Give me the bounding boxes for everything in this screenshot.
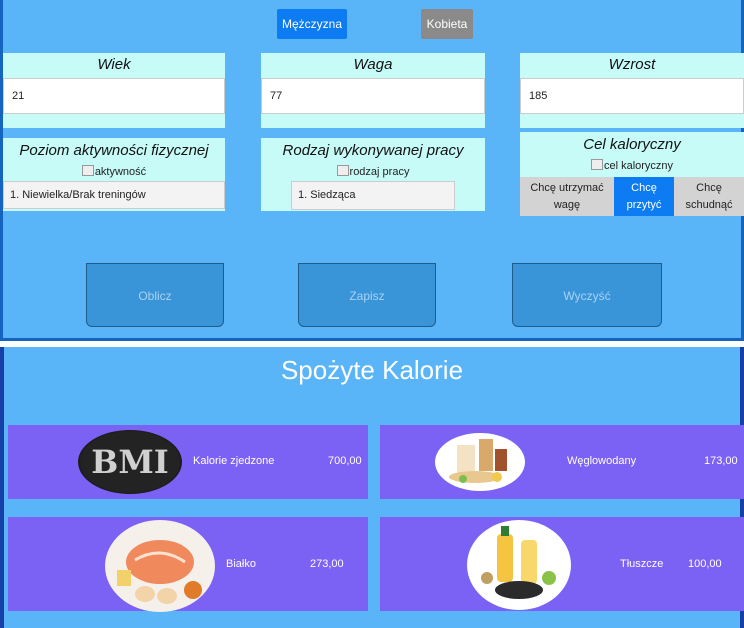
bmi-logo-text: BMI xyxy=(91,443,168,481)
fat-food-icon xyxy=(481,526,556,599)
weight-panel: Waga 77 xyxy=(261,53,485,128)
work-image: rodzaj pracy xyxy=(261,165,485,178)
activity-image-alt: aktywność xyxy=(94,166,147,178)
work-select[interactable]: 1. Siedząca xyxy=(291,181,455,210)
bmi-image: BMI xyxy=(78,430,182,494)
male-button[interactable]: Mężczyzna xyxy=(277,9,347,39)
save-button[interactable]: Zapisz xyxy=(298,263,436,327)
activity-image: aktywność xyxy=(3,165,225,178)
fat-value: 100,00 xyxy=(688,558,722,570)
age-input[interactable]: 21 xyxy=(3,78,225,114)
carbs-image xyxy=(435,433,525,491)
calories-card: BMI Kalorie zjedzone 700,00 xyxy=(8,425,368,499)
results-title: Spożyte Kalorie xyxy=(280,355,464,385)
height-panel: Wzrost 185 xyxy=(520,53,744,128)
fat-label: Tłuszcze xyxy=(620,558,664,570)
age-label: Wiek xyxy=(97,56,131,73)
activity-panel: Poziom aktywności fizycznej aktywność 1.… xyxy=(3,138,225,211)
goal-maintain-button[interactable]: Chcę utrzymać wagę xyxy=(520,177,614,216)
age-panel: Wiek 21 xyxy=(3,53,225,128)
weight-label: Waga xyxy=(353,56,393,73)
height-label: Wzrost xyxy=(608,56,656,73)
goal-lose-button[interactable]: Chcę schudnąć xyxy=(674,177,744,216)
carbs-food-icon xyxy=(449,439,507,483)
female-button[interactable]: Kobieta xyxy=(421,9,473,39)
broken-image-icon xyxy=(590,159,603,170)
carbs-card: Węglowodany 173,00 xyxy=(380,425,744,499)
protein-label: Białko xyxy=(226,558,256,570)
weight-input[interactable]: 77 xyxy=(261,78,485,114)
activity-select[interactable]: 1. Niewielka/Brak treningów xyxy=(3,181,225,209)
carbs-label: Węglowodany xyxy=(567,455,637,467)
clear-button[interactable]: Wyczyść xyxy=(512,263,662,327)
bmi-chalk-icon: BMI xyxy=(80,431,180,493)
protein-image xyxy=(105,520,215,612)
height-input[interactable]: 185 xyxy=(520,78,744,114)
protein-value: 273,00 xyxy=(310,558,344,570)
fat-image xyxy=(467,520,571,610)
calories-label: Kalorie zjedzone xyxy=(193,455,275,467)
work-label: Rodzaj wykonywanej pracy xyxy=(282,142,464,159)
carbs-value: 173,00 xyxy=(704,455,738,467)
work-panel: Rodzaj wykonywanej pracy rodzaj pracy 1.… xyxy=(261,138,485,211)
goal-image-alt: cel kaloryczny xyxy=(603,160,674,172)
protein-food-icon xyxy=(117,540,202,604)
broken-image-icon xyxy=(81,165,94,176)
goal-gain-button[interactable]: Chcę przytyć xyxy=(614,177,674,216)
fat-card: Tłuszcze 100,00 xyxy=(380,517,744,611)
work-image-alt: rodzaj pracy xyxy=(349,166,410,178)
calculator-form: Mężczyzna Kobieta Wiek 21 Waga 77 Wzrost… xyxy=(0,0,744,341)
activity-label: Poziom aktywności fizycznej xyxy=(19,142,209,159)
calculate-button[interactable]: Oblicz xyxy=(86,263,224,327)
results-section: Spożyte Kalorie BMI Kalorie zjedzone 700… xyxy=(0,347,744,628)
goal-label: Cel kaloryczny xyxy=(583,136,681,153)
goal-image: cel kaloryczny xyxy=(520,159,744,172)
protein-card: Białko 273,00 xyxy=(8,517,368,612)
broken-image-icon xyxy=(336,165,349,176)
calories-value: 700,00 xyxy=(328,455,362,467)
